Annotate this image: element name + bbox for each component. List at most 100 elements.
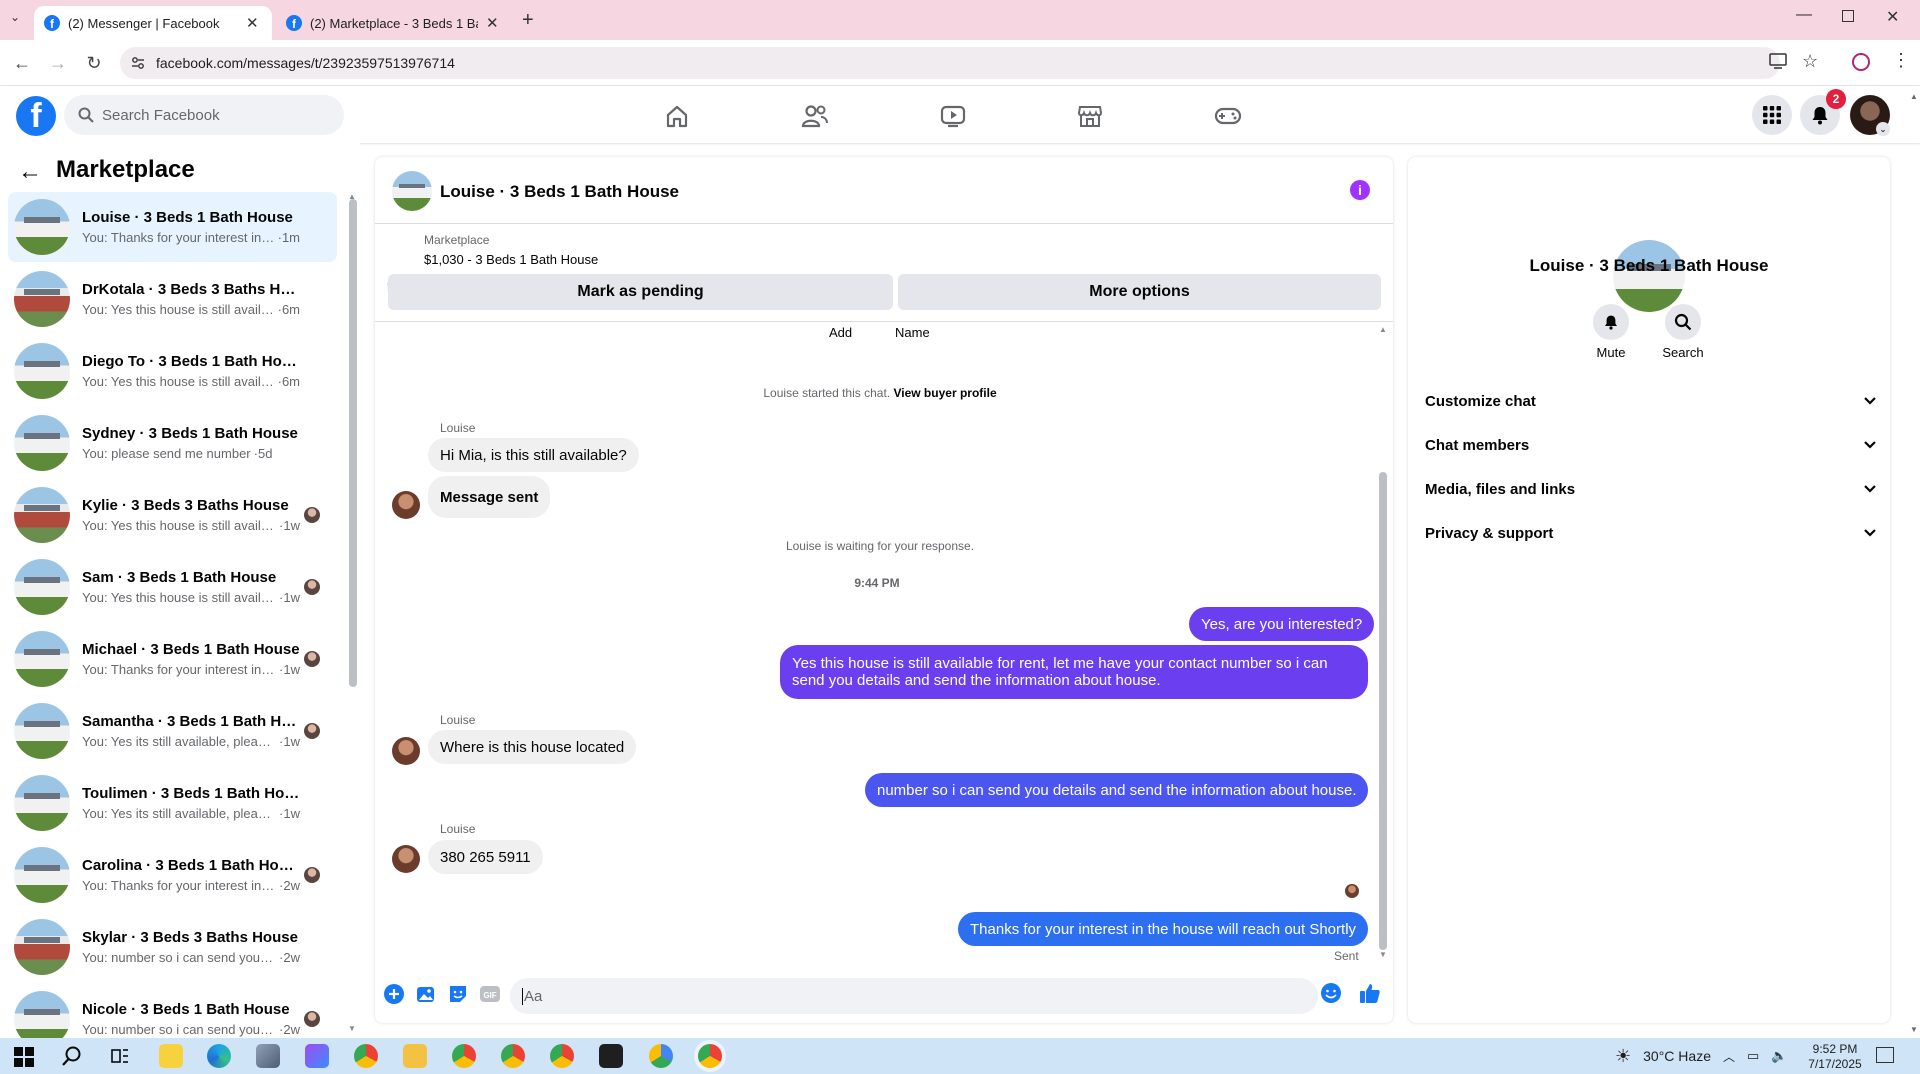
conversation-item[interactable]: Sam · 3 Beds 1 Bath House You: Yes this h…: [8, 552, 337, 622]
outgoing-message[interactable]: number so i can send you details and sen…: [865, 773, 1369, 807]
outgoing-message[interactable]: Yes, are you interested?: [1189, 607, 1375, 641]
chrome-icon[interactable]: [354, 1044, 378, 1068]
network-icon[interactable]: ▭: [1747, 1048, 1759, 1064]
thumbs-up-icon[interactable]: [1359, 982, 1381, 1004]
notification-center-icon[interactable]: [1876, 1047, 1894, 1063]
more-options-button[interactable]: More options: [898, 274, 1381, 310]
gaming-icon[interactable]: [1212, 100, 1244, 132]
file-explorer-icon[interactable]: [403, 1044, 427, 1068]
edge-icon[interactable]: [207, 1044, 231, 1068]
volume-icon[interactable]: 🔈: [1771, 1048, 1787, 1064]
minimize-icon[interactable]: —: [1796, 6, 1812, 24]
menu-grid-button[interactable]: [1752, 95, 1792, 135]
chrome-icon[interactable]: [452, 1044, 476, 1068]
capcut-icon[interactable]: [599, 1044, 623, 1068]
chat-title[interactable]: Louise · 3 Beds 1 Bath House: [440, 182, 679, 202]
photo-icon[interactable]: [415, 983, 437, 1005]
incoming-message[interactable]: Hi Mia, is this still available?: [428, 438, 639, 472]
mark-as-pending-button[interactable]: Mark as pending: [388, 274, 893, 310]
back-arrow-icon[interactable]: ←: [18, 158, 42, 186]
app-icon[interactable]: [256, 1044, 280, 1068]
gif-icon[interactable]: GIF: [479, 983, 501, 1005]
new-tab-icon[interactable]: +: [522, 9, 534, 32]
conversation-item[interactable]: Kylie · 3 Beds 3 Baths House You: Yes thi…: [8, 480, 337, 550]
chrome-active-icon[interactable]: [698, 1044, 722, 1068]
conversation-item[interactable]: Samantha · 3 Beds 1 Bath House You: Yes i…: [8, 696, 337, 766]
scroll-up-icon[interactable]: ▲: [1379, 325, 1387, 334]
emoji-icon[interactable]: [1320, 982, 1342, 1004]
tab-messenger[interactable]: f (2) Messenger | Facebook ✕: [34, 6, 272, 40]
listing-price-title[interactable]: $1,030 - 3 Beds 1 Bath House: [424, 252, 598, 267]
sender-avatar[interactable]: [392, 491, 420, 519]
friends-icon[interactable]: [799, 100, 831, 132]
address-bar[interactable]: facebook.com/messages/t/2392359751397671…: [120, 47, 1780, 79]
forward-icon[interactable]: →: [46, 51, 70, 75]
watch-icon[interactable]: [937, 100, 969, 132]
message-input[interactable]: Aa: [510, 978, 1318, 1014]
chat-avatar[interactable]: [392, 171, 432, 211]
conversation-item[interactable]: Sydney · 3 Beds 1 Bath House You: please …: [8, 408, 337, 478]
scroll-up-icon[interactable]: ▲: [348, 192, 356, 201]
info-icon[interactable]: i: [1350, 180, 1370, 200]
customize-chat-row[interactable]: Customize chat: [1425, 379, 1877, 423]
sticker-icon[interactable]: [447, 983, 469, 1005]
chat-members-row[interactable]: Chat members: [1425, 423, 1877, 467]
media-files-links-row[interactable]: Media, files and links: [1425, 467, 1877, 511]
scroll-down-icon[interactable]: ▼: [348, 1024, 356, 1033]
outgoing-message[interactable]: Thanks for your interest in the house wi…: [958, 912, 1369, 946]
details-avatar[interactable]: [1613, 240, 1685, 312]
incoming-message[interactable]: Where is this house located: [428, 730, 637, 764]
chrome-icon[interactable]: [550, 1044, 574, 1068]
page-scroll-up-icon[interactable]: ▲: [1910, 92, 1918, 101]
restore-icon[interactable]: [1842, 10, 1854, 22]
conversation-item[interactable]: Diego To · 3 Beds 1 Bath House You: Yes t…: [8, 336, 337, 406]
conversation-list-scrollbar[interactable]: [349, 199, 357, 687]
window-close-icon[interactable]: ✕: [1886, 7, 1899, 27]
windows-start-icon[interactable]: [14, 1047, 34, 1067]
tab-marketplace[interactable]: f (2) Marketplace - 3 Beds 1 Bath House …: [276, 6, 512, 40]
close-tab-icon[interactable]: ✕: [246, 14, 259, 32]
chat-scrollbar[interactable]: [1379, 472, 1387, 950]
chrome-icon[interactable]: [649, 1044, 673, 1068]
taskbar-clock[interactable]: 9:52 PM 7/17/2025: [1795, 1042, 1875, 1072]
mute-button[interactable]: [1593, 304, 1629, 340]
add-label[interactable]: Add: [829, 325, 852, 340]
back-icon[interactable]: ←: [10, 51, 34, 75]
copilot-icon[interactable]: [305, 1044, 329, 1068]
tab-search-chevron-icon[interactable]: ⌄: [10, 10, 20, 24]
conversation-item[interactable]: Skylar · 3 Beds 3 Baths House You: number…: [8, 912, 337, 982]
page-scroll-down-icon[interactable]: ▼: [1910, 1025, 1918, 1034]
incoming-message[interactable]: Message sent: [428, 476, 551, 518]
incoming-message[interactable]: 380 265 5911: [428, 840, 543, 874]
reload-icon[interactable]: ↻: [82, 51, 106, 75]
bookmark-star-icon[interactable]: ☆: [1802, 51, 1818, 72]
task-view-icon[interactable]: [110, 1046, 130, 1066]
chrome-icon[interactable]: [501, 1044, 525, 1068]
facebook-search-input[interactable]: Search Facebook: [64, 95, 344, 135]
conversation-item[interactable]: Michael · 3 Beds 1 Bath House You: Thanks…: [8, 624, 337, 694]
account-chevron-icon[interactable]: ⌄: [1876, 122, 1890, 136]
sticky-notes-icon[interactable]: [159, 1044, 183, 1068]
browser-menu-icon[interactable]: ⋮: [1892, 50, 1910, 71]
sender-avatar[interactable]: [392, 737, 420, 765]
weather-icon[interactable]: ☀: [1615, 1046, 1631, 1067]
profile-icon[interactable]: [1852, 53, 1870, 71]
sender-avatar[interactable]: [392, 845, 420, 873]
home-icon[interactable]: [661, 100, 693, 132]
weather-text[interactable]: 30°C Haze: [1643, 1048, 1711, 1064]
view-buyer-profile-link[interactable]: View buyer profile: [893, 386, 996, 400]
name-label[interactable]: Name: [895, 325, 930, 340]
conversation-item[interactable]: Carolina · 3 Beds 1 Bath House You: Thank…: [8, 840, 337, 910]
install-app-icon[interactable]: [1769, 53, 1787, 69]
more-actions-icon[interactable]: [383, 983, 405, 1005]
outgoing-message[interactable]: Yes this house is still available for re…: [780, 645, 1368, 699]
facebook-logo[interactable]: f: [16, 96, 56, 136]
privacy-support-row[interactable]: Privacy & support: [1425, 511, 1877, 555]
site-info-icon[interactable]: [131, 56, 145, 70]
scroll-down-icon[interactable]: ▼: [1379, 950, 1387, 959]
conversation-item[interactable]: Louise · 3 Beds 1 Bath House You: Thanks …: [8, 192, 337, 262]
marketplace-icon[interactable]: [1074, 100, 1106, 132]
conversation-item[interactable]: Toulimen · 3 Beds 1 Bath House You: Yes i…: [8, 768, 337, 838]
taskbar-search-icon[interactable]: [61, 1045, 83, 1067]
search-in-chat-button[interactable]: [1665, 304, 1701, 340]
